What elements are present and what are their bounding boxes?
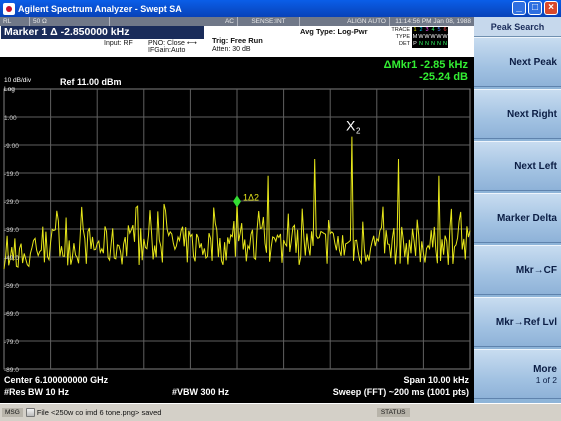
marker-2-x: X bbox=[346, 118, 356, 134]
det-label: DET bbox=[399, 41, 410, 47]
det-values: PNNNNN bbox=[412, 41, 448, 48]
more-softkey[interactable]: More 1 of 2 bbox=[474, 349, 561, 399]
rf-indicator: RL bbox=[0, 17, 30, 26]
softkey-menu-title: Peak Search bbox=[474, 17, 561, 37]
trace-status-box: TRACE 123456 TYPE MWWWWW DET PNNNNN bbox=[388, 27, 448, 48]
y-tick-label: -79.0 bbox=[4, 339, 19, 346]
softkey-label: Marker Delta bbox=[496, 212, 557, 224]
message-label: MSG bbox=[2, 408, 23, 417]
sweep-time[interactable]: Sweep (FFT) ~200 ms (1001 pts) bbox=[333, 387, 469, 397]
softkey-label: Next Left bbox=[514, 160, 557, 172]
trace-numbers: 123456 bbox=[412, 27, 448, 34]
input-setting: Input: RF bbox=[104, 40, 133, 47]
y-tick-label: 1.00 bbox=[4, 115, 17, 122]
graticule: 1Δ2 X 2 bbox=[3, 88, 471, 370]
softkey-label: Next Right bbox=[507, 108, 557, 120]
softkey-label: Mkr→CF bbox=[515, 264, 557, 276]
softkey-page-indicator: 1 of 2 bbox=[535, 374, 557, 385]
maximize-button[interactable]: □ bbox=[528, 1, 542, 15]
sense-indicator: SENSE:INT bbox=[238, 17, 300, 26]
status-strip: RL 50 Ω AC SENSE:INT ALIGN AUTO 11:14:56… bbox=[0, 17, 474, 26]
frequency-span[interactable]: Span 10.00 kHz bbox=[403, 375, 469, 385]
softkey-panel: Peak Search Next Peak Next Right Next Le… bbox=[474, 17, 561, 403]
y-tick-label: -39.0 bbox=[4, 227, 19, 234]
message-bar: MSG File <250w co imd 6 tone.png> saved … bbox=[0, 403, 561, 421]
average-type-setting: Avg Type: Log-Pwr bbox=[300, 27, 368, 36]
attenuation-setting: Atten: 30 dB bbox=[212, 46, 251, 53]
active-marker-title[interactable]: Marker 1 Δ -2.850000 kHz bbox=[1, 26, 204, 39]
y-tick-label: -59.0 bbox=[4, 283, 19, 290]
y-tick-label: -69.0 bbox=[4, 311, 19, 318]
resolution-bandwidth[interactable]: #Res BW 10 Hz bbox=[4, 387, 69, 397]
window-title: Agilent Spectrum Analyzer - Swept SA bbox=[18, 3, 182, 14]
pno-setting: PNO: Close ⟷ bbox=[148, 40, 197, 47]
file-icon bbox=[25, 408, 35, 417]
impedance-indicator: 50 Ω bbox=[30, 17, 110, 26]
next-left-softkey[interactable]: Next Left bbox=[474, 141, 561, 191]
window-controls: _ □ × bbox=[512, 1, 558, 15]
type-label: TYPE bbox=[395, 34, 410, 40]
settings-panel: Marker 1 Δ -2.850000 kHz Input: RF PNO: … bbox=[0, 26, 474, 57]
marker-2-subscript: 2 bbox=[356, 127, 361, 136]
marker-to-cf-softkey[interactable]: Mkr→CF bbox=[474, 245, 561, 295]
center-frequency[interactable]: Center 6.100000000 GHz bbox=[4, 375, 108, 385]
coupling-indicator: AC bbox=[110, 17, 238, 26]
close-button[interactable]: × bbox=[544, 1, 558, 15]
marker-delta-frequency: ΔMkr1 -2.85 kHz bbox=[383, 59, 468, 71]
scale-type: Log bbox=[4, 86, 15, 93]
marker-delta-amplitude: -25.24 dB bbox=[419, 71, 468, 83]
datetime-display: 11:14:56 PM Jan 08, 1988 bbox=[395, 18, 471, 25]
softkey-label: More bbox=[533, 363, 557, 375]
video-bandwidth[interactable]: #VBW 300 Hz bbox=[172, 387, 229, 397]
ifgain-setting: IFGain:Auto bbox=[148, 47, 186, 54]
align-indicator: ALIGN AUTO bbox=[300, 17, 390, 26]
trace-label: TRACE bbox=[391, 27, 410, 33]
y-tick-label: -9.00 bbox=[4, 143, 19, 150]
agilent-logo-icon bbox=[3, 2, 15, 15]
spectrum-display[interactable]: 1Δ2 X 2 10 dB/div Log Ref 11.00 dBm ΔMkr1 … bbox=[0, 57, 474, 403]
y-tick-label: -19.0 bbox=[4, 171, 19, 178]
status-label: STATUS bbox=[376, 408, 410, 417]
minimize-button[interactable]: _ bbox=[512, 1, 526, 15]
scale-per-div: 10 dB/div bbox=[4, 77, 32, 84]
marker-1-label: 1Δ2 bbox=[243, 192, 259, 202]
y-tick-label: -29.0 bbox=[4, 199, 19, 206]
reference-level[interactable]: Ref 11.00 dBm bbox=[60, 77, 122, 87]
softkey-label: Next Peak bbox=[509, 56, 557, 68]
status-message: File <250w co imd 6 tone.png> saved bbox=[36, 408, 162, 417]
trigger-setting: Trig: Free Run bbox=[212, 36, 263, 45]
next-peak-softkey[interactable]: Next Peak bbox=[474, 37, 561, 87]
title-bar: Agilent Spectrum Analyzer - Swept SA _ □… bbox=[0, 0, 561, 17]
y-tick-label: -89.0 bbox=[4, 367, 19, 374]
type-values: MWWWWW bbox=[412, 34, 448, 41]
softkey-label: Mkr→Ref Lvl bbox=[495, 316, 557, 328]
marker-delta-softkey[interactable]: Marker Delta bbox=[474, 193, 561, 243]
y-tick-label: -49.0 bbox=[4, 255, 19, 262]
arrow-icon: ⟷ bbox=[186, 40, 197, 47]
marker-1-diamond bbox=[233, 195, 241, 208]
marker-to-ref-level-softkey[interactable]: Mkr→Ref Lvl bbox=[474, 297, 561, 347]
next-right-softkey[interactable]: Next Right bbox=[474, 89, 561, 139]
